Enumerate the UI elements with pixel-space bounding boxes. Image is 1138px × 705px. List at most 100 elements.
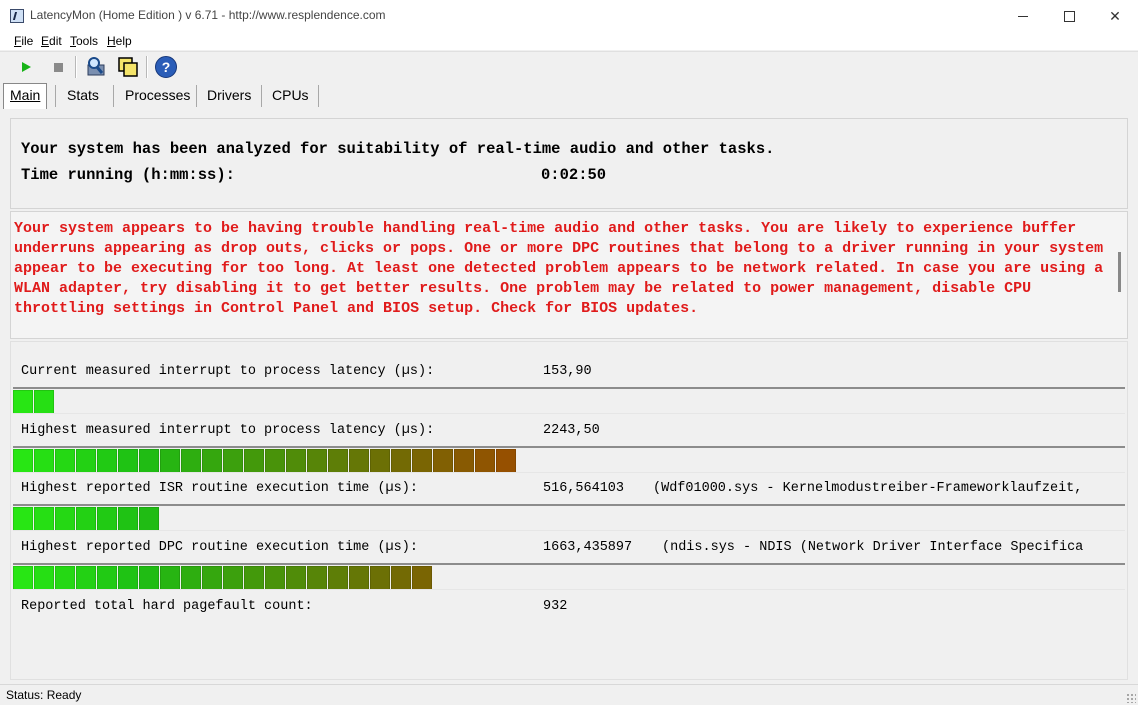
menu-tools-label: ools: [76, 34, 99, 48]
menu-edit-label: dit: [49, 34, 62, 48]
toolbar-separator: [146, 56, 148, 78]
maximize-button[interactable]: [1046, 0, 1092, 32]
bar-segment: [181, 566, 201, 589]
window-icon: [118, 57, 138, 77]
bar-segment: [391, 566, 411, 589]
bar-segment: [433, 449, 453, 472]
title-bar: LatencyMon (Home Edition ) v 6.71 - http…: [0, 0, 1138, 32]
warning-text: Your system appears to be having trouble…: [14, 220, 1104, 317]
analyze-button[interactable]: [85, 56, 107, 78]
tab-separator: [113, 85, 114, 107]
pagefault-label: Reported total hard pagefault count:: [21, 599, 313, 614]
bar-segment: [244, 566, 264, 589]
time-running-value: 0:02:50: [541, 166, 607, 184]
bar-segment: [13, 390, 33, 413]
isr-time-value: 516,564103: [543, 481, 625, 496]
highest-latency-value: 2243,50: [543, 423, 600, 438]
bar-segment: [160, 566, 180, 589]
bar-segment: [55, 449, 75, 472]
minimize-button[interactable]: [1000, 0, 1046, 32]
status-text: Status: Ready: [6, 688, 82, 702]
maximize-icon: [1063, 10, 1075, 22]
tab-separator: [55, 85, 56, 107]
stop-button[interactable]: [47, 56, 69, 78]
bar-segment: [202, 449, 222, 472]
bar-segment: [349, 566, 369, 589]
current-latency-label: Current measured interrupt to process la…: [21, 364, 435, 379]
bar-segment: [13, 566, 33, 589]
tab-main[interactable]: Main: [3, 83, 48, 109]
current-latency-bar: [13, 387, 1125, 414]
bar-segment: [286, 449, 306, 472]
toolbar-separator: [75, 56, 77, 78]
bar-segment: [139, 566, 159, 589]
toolbar: ?: [0, 51, 1138, 82]
bar-segment: [34, 390, 54, 413]
bar-segment: [202, 566, 222, 589]
tab-cpus[interactable]: CPUs: [272, 84, 309, 106]
tab-separator: [318, 85, 319, 107]
tab-separator: [196, 85, 197, 107]
start-icon: [21, 62, 31, 72]
status-bar: Status: Ready: [0, 684, 1138, 705]
bar-segment: [34, 507, 54, 530]
tab-bar: Main Stats Processes Drivers CPUs: [0, 81, 1138, 109]
bar-fill: [13, 449, 517, 472]
dpc-time-value: 1663,435897: [543, 540, 633, 555]
bar-segment: [118, 449, 138, 472]
bar-segment: [139, 449, 159, 472]
tab-processes[interactable]: Processes: [125, 84, 190, 106]
bar-segment: [55, 507, 75, 530]
bar-segment: [475, 449, 495, 472]
help-button[interactable]: ?: [155, 56, 177, 78]
close-button[interactable]: ✕: [1092, 0, 1138, 32]
close-icon: ✕: [1109, 7, 1121, 24]
menu-bar: File Edit Tools Help: [0, 32, 1138, 50]
bar-segment: [412, 449, 432, 472]
app-icon: [10, 9, 24, 23]
menu-help[interactable]: Help: [107, 34, 132, 48]
tab-stats[interactable]: Stats: [67, 84, 99, 106]
bar-segment: [496, 449, 516, 472]
window-button[interactable]: [117, 56, 139, 78]
bar-segment: [118, 566, 138, 589]
bar-segment: [223, 449, 243, 472]
tab-main-label: Main: [10, 87, 41, 103]
bar-segment: [181, 449, 201, 472]
bar-segment: [13, 507, 33, 530]
menu-edit[interactable]: Edit: [41, 34, 62, 48]
dpc-time-label: Highest reported DPC routine execution t…: [21, 540, 418, 555]
bar-fill: [13, 566, 433, 589]
bar-segment: [454, 449, 474, 472]
menu-file-label: ile: [21, 34, 34, 48]
tab-stats-label: Stats: [67, 87, 99, 103]
bar-segment: [76, 449, 96, 472]
start-button[interactable]: [15, 56, 37, 78]
help-icon: ?: [155, 56, 177, 78]
analysis-summary: Your system has been analyzed for suitab…: [21, 140, 775, 158]
stats-panel: Current measured interrupt to process la…: [10, 341, 1128, 680]
bar-segment: [244, 449, 264, 472]
isr-time-label: Highest reported ISR routine execution t…: [21, 481, 418, 496]
resize-grip[interactable]: [1126, 693, 1136, 703]
bar-segment: [118, 507, 138, 530]
bar-segment: [34, 449, 54, 472]
tab-processes-label: Processes: [125, 87, 191, 103]
bar-segment: [349, 449, 369, 472]
bar-segment: [412, 566, 432, 589]
tab-drivers[interactable]: Drivers: [207, 84, 251, 106]
bar-segment: [370, 566, 390, 589]
bar-segment: [76, 507, 96, 530]
warning-scrollbar[interactable]: [1118, 252, 1121, 292]
bar-fill: [13, 507, 160, 530]
analyze-icon: [87, 57, 105, 76]
window-title: LatencyMon (Home Edition ) v 6.71 - http…: [30, 8, 386, 22]
menu-tools[interactable]: Tools: [70, 34, 98, 48]
bar-segment: [34, 566, 54, 589]
bar-segment: [13, 449, 33, 472]
bar-segment: [286, 566, 306, 589]
isr-driver-info: (Wdf01000.sys - Kernelmodustreiber-Frame…: [653, 481, 1083, 496]
menu-file[interactable]: File: [14, 34, 33, 48]
warning-panel[interactable]: Your system appears to be having trouble…: [10, 211, 1128, 339]
bar-segment: [97, 566, 117, 589]
